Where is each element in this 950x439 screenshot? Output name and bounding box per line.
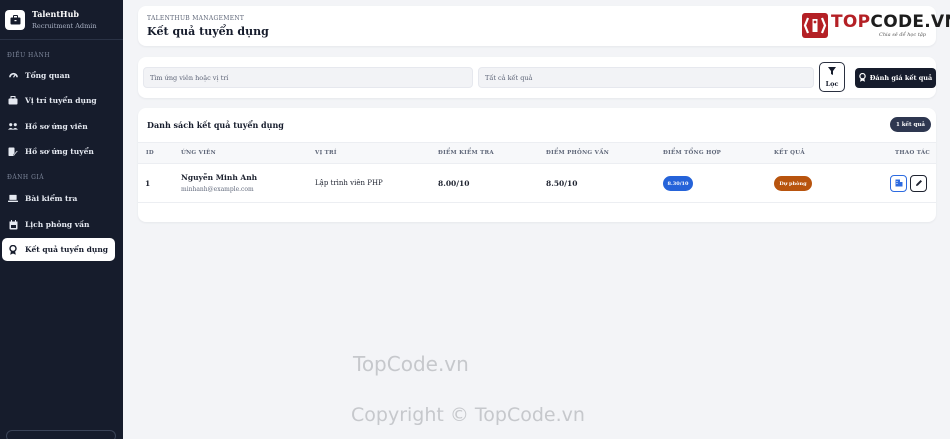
sidebar-item-positions[interactable]: Vị trí tuyển dụng [0,89,123,112]
result-count-badge: 1 kết quả [890,117,931,132]
column-header-candidate[interactable]: ỨNG VIÊN [181,150,216,156]
briefcase-icon [8,96,18,106]
user-panel[interactable] [6,430,116,439]
logo-mark-icon [802,13,828,38]
filter-button-label: Lọc [825,79,839,88]
sidebar-item-applications[interactable]: Hồ sơ ứng tuyển [0,140,123,163]
section-label-evaluation: ĐÁNH GIÁ [7,174,45,181]
column-header-interview-score[interactable]: ĐIỂM PHỎNG VẤN [546,150,609,156]
watermark-copyright: Copyright © TopCode.vn [351,404,585,426]
sidebar-item-label: Vị trí tuyển dụng [25,96,97,105]
result-select[interactable]: Tất cả kết quả [478,67,814,88]
candidate-email: minhanh@example.com [181,186,254,193]
brand[interactable]: TalentHub Recruitment Admin [0,0,123,40]
search-input[interactable]: Tìm ứng viên hoặc vị trí [143,67,473,88]
brand-subtitle: Recruitment Admin [32,22,97,30]
sidebar-item-label: Hồ sơ ứng viên [25,122,88,131]
sidebar-item-results[interactable]: Kết quả tuyển dụng [2,238,115,261]
page-header: TALENTHUB MANAGEMENT Kết quả tuyển dụng … [138,6,950,46]
total-score-badge: 8.30/10 [663,176,693,191]
filter-bar: Tìm ứng viên hoặc vị trí Tất cả kết quả … [138,57,936,98]
sidebar-item-tests[interactable]: Bài kiểm tra [0,187,123,210]
sidebar-item-label: Hồ sơ ứng tuyển [25,147,94,156]
sidebar-item-label: Bài kiểm tra [25,194,78,203]
filter-button[interactable]: Lọc [819,62,845,92]
sidebar-item-interviews[interactable]: Lịch phỏng vấn [0,213,123,236]
table-title: Danh sách kết quả tuyển dụng [147,120,284,130]
pencil-icon [915,179,923,189]
logo-tagline: Chia sẻ để học tập [879,32,927,38]
sidebar-item-label: Tổng quan [25,71,70,80]
topcode-logo[interactable]: TOPCODE.VN Chia sẻ để học tập [802,10,950,42]
award-icon [8,244,18,255]
calendar-icon [8,219,18,230]
filter-icon [828,66,836,77]
column-header-id[interactable]: ID [146,150,154,156]
edit-button[interactable] [910,175,927,192]
sidebar-item-candidates[interactable]: Hồ sơ ứng viên [0,115,123,138]
view-button[interactable] [890,175,907,192]
laptop-icon [8,194,18,204]
column-header-result[interactable]: KẾT QUẢ [774,150,805,156]
briefcase-icon [5,9,25,30]
sidebar-item-overview[interactable]: Tổng quan [0,64,123,87]
brand-title: TalentHub [32,9,79,19]
page-eyebrow: TALENTHUB MANAGEMENT [147,15,245,22]
sidebar: TalentHub Recruitment Admin ĐIỀU HÀNH Tổ… [0,0,123,439]
cell-interview-score: 8.50/10 [546,179,578,188]
candidate-name: Nguyễn Minh Anh [181,173,258,182]
cell-test-score: 8.00/10 [438,179,470,188]
cell-position: Lập trình viên PHP [315,179,383,187]
dashboard-icon [8,71,18,81]
section-label-operations: ĐIỀU HÀNH [7,52,51,59]
sidebar-item-label: Kết quả tuyển dụng [25,245,109,254]
table-row[interactable]: 1 Nguyễn Minh Anh minhanh@example.com Lậ… [138,165,936,203]
table-header: ID ỨNG VIÊN VỊ TRÍ ĐIỂM KIỂM TRA ĐIỂM PH… [138,142,936,164]
evaluate-result-button[interactable]: Đánh giá kết quả [855,68,936,88]
column-header-position[interactable]: VỊ TRÍ [315,150,337,156]
watermark-logo-text: TopCode.vn [353,352,469,376]
users-icon [8,122,18,132]
file-edit-icon [8,147,18,157]
page-title: Kết quả tuyển dụng [147,25,269,38]
evaluate-result-label: Đánh giá kết quả [869,74,933,82]
results-table-card: Danh sách kết quả tuyển dụng 1 kết quả I… [138,108,936,222]
column-header-total-score[interactable]: ĐIỂM TỔNG HỢP [663,150,721,156]
logo-text: TOPCODE.VN [831,12,950,32]
cell-id: 1 [145,179,151,188]
sidebar-item-label: Lịch phỏng vấn [25,220,90,229]
column-header-actions: THAO TÁC [895,150,931,156]
column-header-test-score[interactable]: ĐIỂM KIỂM TRA [438,150,494,156]
building-icon [895,179,903,189]
award-icon [859,72,866,84]
result-status-badge: Dự phòng [774,176,812,191]
